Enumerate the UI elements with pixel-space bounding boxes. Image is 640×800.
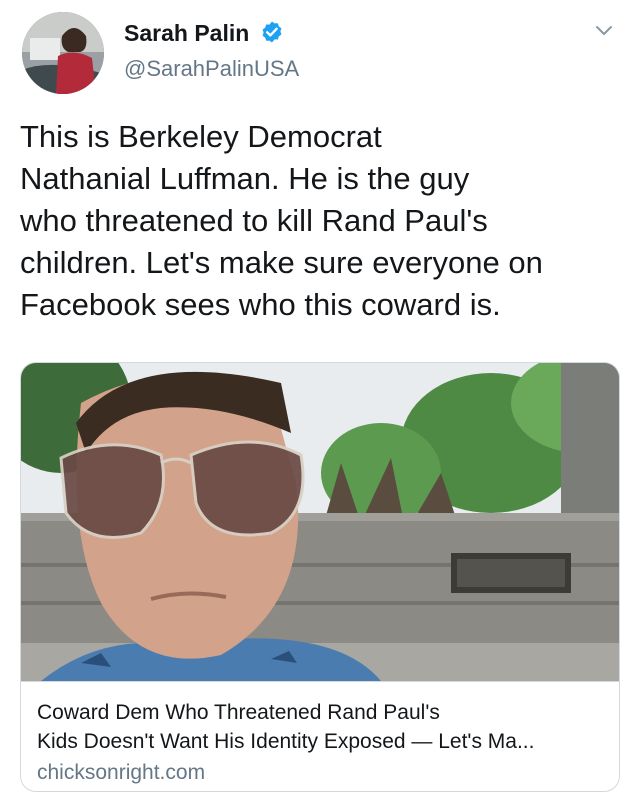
- tweet-text-line: who threatened to kill Rand Paul's: [20, 203, 488, 238]
- tweet-text-line: This is Berkeley Democrat: [20, 119, 382, 154]
- author-avatar[interactable]: [22, 12, 104, 94]
- link-card-title: Coward Dem Who Threatened Rand Paul's Ki…: [37, 698, 605, 756]
- tweet-text-line: children. Let's make sure everyone on: [20, 245, 543, 280]
- link-card-title-line: Kids Doesn't Want His Identity Exposed —…: [37, 730, 535, 753]
- link-card-title-line: Coward Dem Who Threatened Rand Paul's: [37, 701, 440, 724]
- link-card-meta: Coward Dem Who Threatened Rand Paul's Ki…: [21, 681, 619, 791]
- tweet-header: Sarah Palin @SarahPalinUSA: [18, 8, 622, 98]
- tweet-text-line: Facebook sees who this coward is.: [20, 287, 501, 322]
- link-preview-card[interactable]: Coward Dem Who Threatened Rand Paul's Ki…: [20, 362, 620, 792]
- tweet-text-line: Nathanial Luffman. He is the guy: [20, 161, 470, 196]
- verified-badge-icon: [262, 21, 282, 43]
- tweet-text: This is Berkeley Democrat Nathanial Luff…: [20, 116, 620, 326]
- author-handle[interactable]: @SarahPalinUSA: [124, 56, 299, 82]
- avatar-photo-icon: [22, 12, 104, 94]
- link-card-domain: chicksonright.com: [37, 761, 206, 784]
- article-photo-icon: [21, 363, 619, 681]
- chevron-down-icon[interactable]: [594, 24, 614, 38]
- author-name[interactable]: Sarah Palin: [124, 20, 249, 47]
